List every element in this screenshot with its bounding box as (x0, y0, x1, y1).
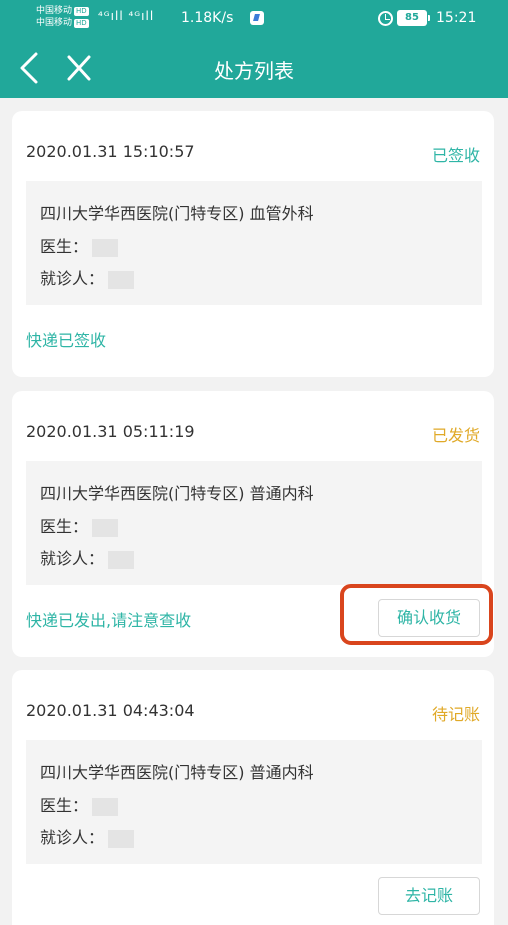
doctor-row: 医生： (40, 233, 119, 257)
doctor-row: 医生： (40, 792, 119, 816)
redacted-doctor-name (92, 797, 119, 816)
net-speed: 1.18K/s (181, 10, 234, 26)
delivery-status: 快递已发出,请注意查收 (26, 611, 192, 630)
doctor-row: 医生： (40, 513, 119, 537)
highlight-annotation (340, 584, 493, 645)
redacted-doctor-name (92, 238, 119, 257)
prescription-datetime: 2020.01.31 05:11:19 (26, 422, 195, 441)
status-badge: 已签收 (431, 146, 480, 165)
battery-icon: 85 (397, 10, 430, 26)
go-billing-button[interactable]: 去记账 (378, 877, 480, 915)
redacted-doctor-name (92, 518, 119, 537)
redacted-patient-name (108, 270, 135, 289)
hospital-department: 四川大学华西医院(门特专区) 血管外科 (40, 204, 314, 223)
chevron-left-icon (20, 52, 38, 84)
status-bar: 中国移动 HD 中国移动 HD ⁴ᴳıll ⁴ᴳıll 1.18K/s 85 15:… (0, 0, 508, 38)
prescription-datetime: 2020.01.31 15:10:57 (26, 142, 195, 161)
clock: 15:21 (436, 10, 477, 26)
hd-badge-1: HD (74, 7, 89, 16)
prescription-info: 四川大学华西医院(门特专区) 普通内科 医生： 就诊人： (26, 461, 482, 585)
patient-row: 就诊人： (40, 824, 135, 848)
hospital-department: 四川大学华西医院(门特专区) 普通内科 (40, 484, 314, 503)
carrier-info: 中国移动 HD 中国移动 HD (36, 5, 89, 29)
close-icon (67, 55, 91, 81)
carrier-2: 中国移动 (36, 18, 73, 28)
patient-label: 就诊人： (40, 828, 105, 847)
back-button[interactable] (16, 50, 44, 86)
redacted-patient-name (108, 550, 135, 569)
doctor-label: 医生： (40, 517, 89, 536)
patient-label: 就诊人： (40, 269, 105, 288)
alarm-icon (378, 11, 393, 26)
prescription-info: 四川大学华西医院(门特专区) 普通内科 医生： 就诊人： (26, 740, 482, 864)
redacted-patient-name (108, 829, 135, 848)
prescription-datetime: 2020.01.31 04:43:04 (26, 701, 195, 720)
status-badge: 已发货 (431, 426, 480, 445)
hd-badge-2: HD (74, 19, 89, 28)
prescription-card[interactable]: 2020.01.31 15:10:57 已签收 四川大学华西医院(门特专区) 血… (12, 111, 494, 377)
delivery-status: 快递已签收 (26, 331, 107, 350)
hospital-department: 四川大学华西医院(门特专区) 普通内科 (40, 763, 314, 782)
patient-row: 就诊人： (40, 545, 135, 569)
patient-row: 就诊人： (40, 265, 135, 289)
prescription-card[interactable]: 2020.01.31 04:43:04 待记账 四川大学华西医院(门特专区) 普… (12, 670, 494, 925)
carrier-1: 中国移动 (36, 6, 73, 16)
notification-icon (250, 11, 264, 25)
close-button[interactable] (64, 52, 94, 84)
doctor-label: 医生： (40, 237, 89, 256)
status-badge: 待记账 (431, 705, 480, 724)
nav-bar: 处方列表 (0, 38, 508, 98)
prescription-info: 四川大学华西医院(门特专区) 血管外科 医生： 就诊人： (26, 181, 482, 305)
doctor-label: 医生： (40, 796, 89, 815)
signal-icon: ⁴ᴳıll ⁴ᴳıll (98, 9, 155, 23)
patient-label: 就诊人： (40, 549, 105, 568)
